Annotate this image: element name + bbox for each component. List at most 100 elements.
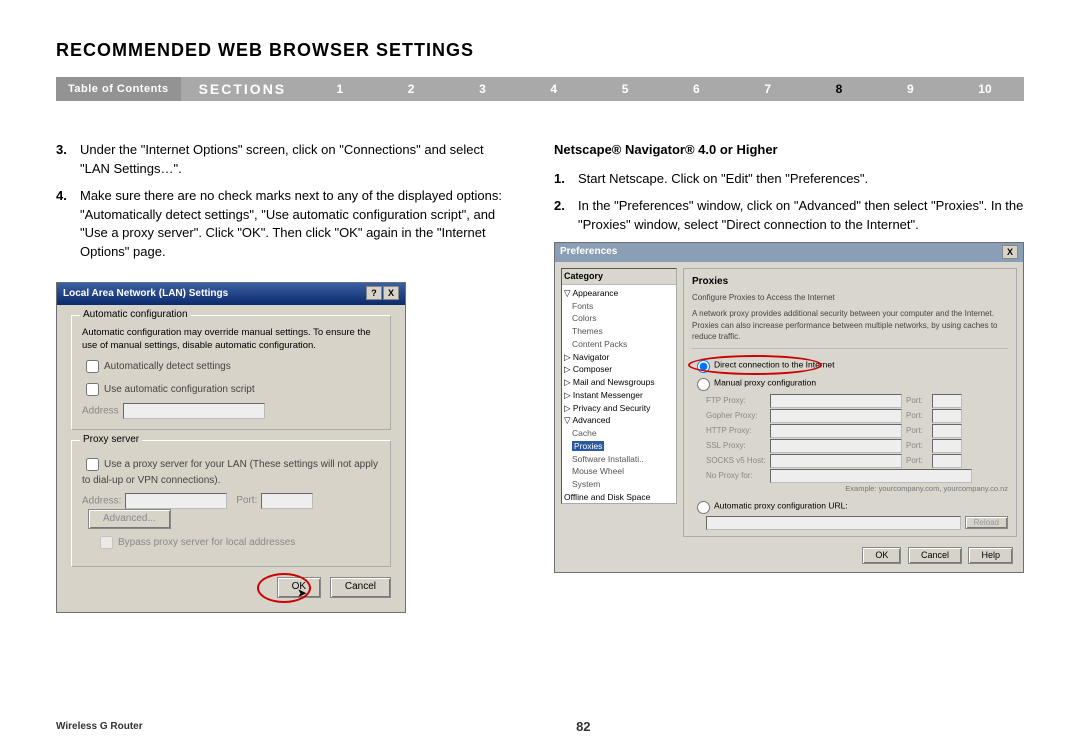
proxy-row-label: FTP Proxy: xyxy=(706,395,766,407)
tree-item[interactable]: Colors xyxy=(572,312,674,325)
tree-item[interactable]: Composer xyxy=(573,364,612,374)
close-icon[interactable]: X xyxy=(1002,245,1018,259)
port-label: Port: xyxy=(906,425,928,437)
cancel-button[interactable]: Cancel xyxy=(330,577,391,598)
tree-item[interactable]: Mail and Newsgroups xyxy=(573,377,655,387)
example-text: Example: yourcompany.com, yourcompany.co… xyxy=(706,484,1008,495)
proxy-input[interactable] xyxy=(770,424,902,438)
page-footer: Wireless G Router 82 xyxy=(56,719,1024,734)
panel-heading: Proxies xyxy=(692,275,1008,290)
ok-button[interactable]: OK xyxy=(862,547,901,564)
radio-label: Direct connection to the Internet xyxy=(714,359,835,369)
tree-item[interactable]: Cache xyxy=(572,427,674,440)
cancel-button[interactable]: Cancel xyxy=(908,547,962,564)
reload-button[interactable]: Reload xyxy=(965,516,1008,530)
groupbox-label: Proxy server xyxy=(80,433,142,448)
category-tree[interactable]: Category ▽ Appearance Fonts Colors Theme… xyxy=(561,268,677,504)
step-num: 3. xyxy=(56,141,80,179)
toc-link[interactable]: Table of Contents xyxy=(56,77,181,101)
tree-item[interactable]: Mouse Wheel xyxy=(572,465,674,478)
dialog-title: Local Area Network (LAN) Settings xyxy=(63,287,228,302)
proxy-row-label: Gopher Proxy: xyxy=(706,410,766,422)
groupbox-label: Automatic configuration xyxy=(80,308,191,323)
manual-proxy-radio[interactable] xyxy=(697,378,710,391)
bypass-checkbox xyxy=(100,536,113,549)
section-4[interactable]: 4 xyxy=(550,82,557,96)
port-input[interactable] xyxy=(261,493,313,509)
section-1[interactable]: 1 xyxy=(336,82,343,96)
port-input[interactable] xyxy=(932,454,962,468)
proxy-input[interactable] xyxy=(770,409,902,423)
cb-label: Automatically detect settings xyxy=(104,361,231,372)
proxy-address-input[interactable] xyxy=(125,493,227,509)
section-3[interactable]: 3 xyxy=(479,82,486,96)
tree-item[interactable]: Content Packs xyxy=(572,338,674,351)
sections-label: SECTIONS xyxy=(181,81,305,97)
tree-item[interactable]: Privacy and Security xyxy=(573,403,650,413)
step-text: In the "Preferences" window, click on "A… xyxy=(578,197,1024,235)
port-label: Port: xyxy=(906,395,928,407)
address-label: Address: xyxy=(82,495,121,506)
port-input[interactable] xyxy=(932,394,962,408)
panel-desc: A network proxy provides additional secu… xyxy=(692,308,1008,349)
close-icon[interactable]: X xyxy=(383,286,399,300)
tree-item[interactable]: Navigator xyxy=(573,352,609,362)
auto-proxy-radio[interactable] xyxy=(697,501,710,514)
radio-label: Manual proxy configuration xyxy=(714,377,816,387)
proxy-row-label: No Proxy for: xyxy=(706,470,766,482)
cb-label: Use automatic configuration script xyxy=(104,384,255,395)
direct-connection-radio[interactable] xyxy=(697,360,710,373)
auto-config-checkbox[interactable] xyxy=(86,383,99,396)
section-9[interactable]: 9 xyxy=(907,82,914,96)
dialog-title: Preferences xyxy=(560,245,617,260)
left-column: 3.Under the "Internet Options" screen, c… xyxy=(56,141,506,613)
section-10[interactable]: 10 xyxy=(978,82,991,96)
advanced-button[interactable]: Advanced... xyxy=(88,509,171,530)
subheading: Netscape® Navigator® 4.0 or Higher xyxy=(554,141,1024,160)
tree-item[interactable]: Fonts xyxy=(572,300,674,313)
proxy-row-label: SOCKS v5 Host: xyxy=(706,455,766,467)
tree-item[interactable]: Instant Messenger xyxy=(573,390,643,400)
help-button[interactable]: Help xyxy=(968,547,1013,564)
tree-item[interactable]: System xyxy=(572,478,674,491)
help-icon[interactable]: ? xyxy=(366,286,382,300)
port-input[interactable] xyxy=(932,409,962,423)
port-label: Port: xyxy=(906,440,928,452)
proxy-input[interactable] xyxy=(770,454,902,468)
group-desc: Automatic configuration may override man… xyxy=(82,326,380,354)
proxy-checkbox[interactable] xyxy=(86,458,99,471)
section-8[interactable]: 8 xyxy=(836,82,843,96)
step-text: Under the "Internet Options" screen, cli… xyxy=(80,141,506,179)
tree-item[interactable]: Offline and Disk Space xyxy=(564,491,674,504)
address-input[interactable] xyxy=(123,403,265,419)
section-6[interactable]: 6 xyxy=(693,82,700,96)
cb-label: Bypass proxy server for local addresses xyxy=(118,538,295,549)
auto-url-input[interactable] xyxy=(706,516,961,530)
lan-settings-dialog: Local Area Network (LAN) Settings ?X Aut… xyxy=(56,282,406,613)
tree-item[interactable]: Appearance xyxy=(572,288,618,298)
tree-item[interactable]: Themes xyxy=(572,325,674,338)
section-navbar: Table of Contents SECTIONS 1 2 3 4 5 6 7… xyxy=(56,77,1024,101)
page-title: RECOMMENDED WEB BROWSER SETTINGS xyxy=(56,40,1024,61)
preferences-dialog: Preferences X Category ▽ Appearance Font… xyxy=(554,242,1024,572)
port-label: Port: xyxy=(906,410,928,422)
auto-detect-checkbox[interactable] xyxy=(86,360,99,373)
product-name: Wireless G Router xyxy=(56,721,143,732)
section-7[interactable]: 7 xyxy=(764,82,771,96)
radio-label: Automatic proxy configuration URL: xyxy=(714,500,848,510)
right-column: Netscape® Navigator® 4.0 or Higher 1.Sta… xyxy=(554,141,1024,613)
tree-item[interactable]: Software Installati.. xyxy=(572,453,674,466)
tree-item[interactable]: Advanced xyxy=(572,415,610,425)
proxy-input[interactable] xyxy=(770,439,902,453)
proxy-row-label: SSL Proxy: xyxy=(706,440,766,452)
page-number: 82 xyxy=(576,719,590,734)
port-input[interactable] xyxy=(932,424,962,438)
section-5[interactable]: 5 xyxy=(622,82,629,96)
port-input[interactable] xyxy=(932,439,962,453)
address-label: Address xyxy=(82,406,119,417)
tree-item-selected[interactable]: Proxies xyxy=(572,441,604,451)
section-2[interactable]: 2 xyxy=(408,82,415,96)
step-num: 4. xyxy=(56,187,80,262)
proxy-input[interactable] xyxy=(770,469,972,483)
proxy-input[interactable] xyxy=(770,394,902,408)
